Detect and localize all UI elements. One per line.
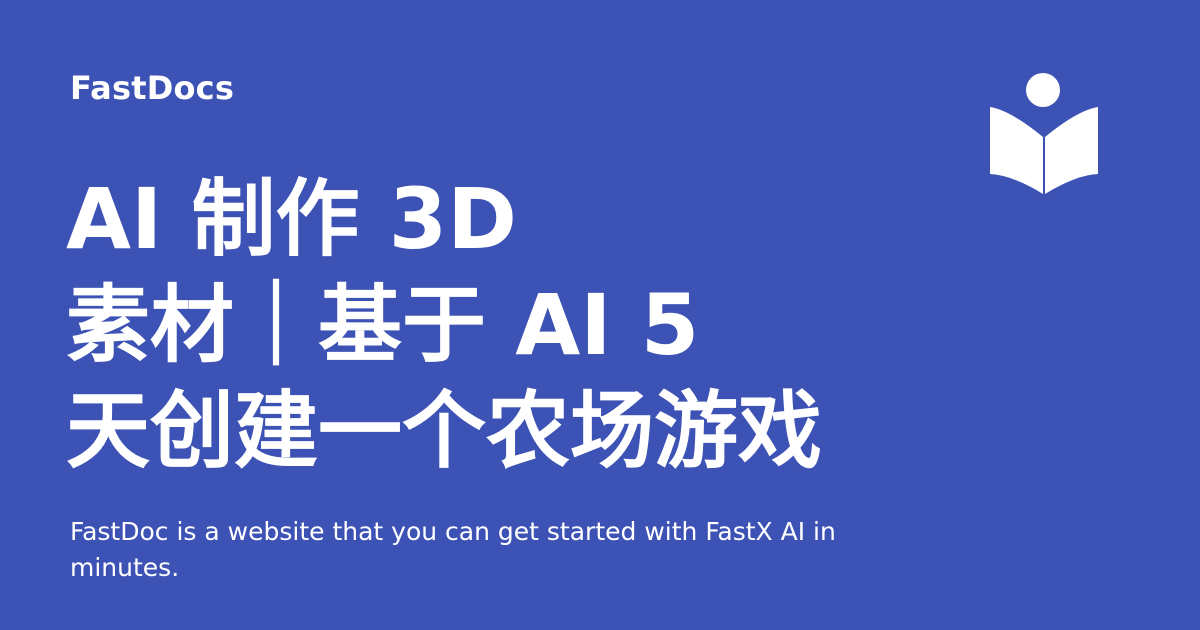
headline-line-1: AI 制作 3D [66,170,517,268]
headline: AI 制作 3D 素材｜基于 AI 5 天创建一个农场游戏 [66,166,966,484]
open-book-reader-icon [988,72,1100,196]
headline-line-3: 天创建一个农场游戏 [66,382,823,480]
brand-name: FastDocs [70,69,235,107]
headline-line-2: 素材｜基于 AI 5 [66,276,700,374]
site-description: FastDoc is a website that you can get st… [70,517,836,582]
